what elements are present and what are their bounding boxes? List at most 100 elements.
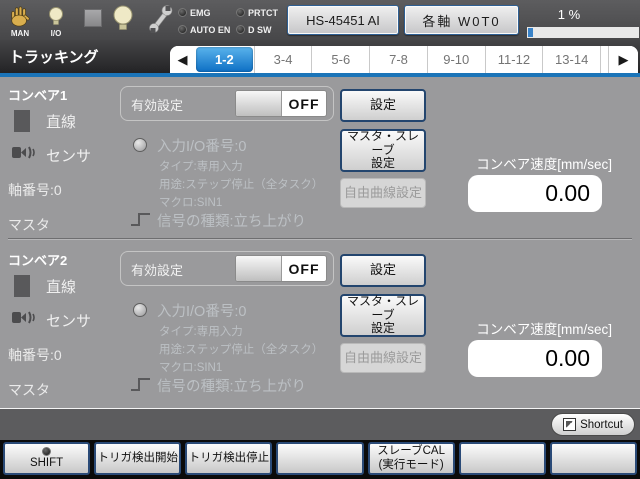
conveyor-speed-value: 0.00 [468, 340, 602, 377]
sensor-icon [12, 311, 35, 324]
prtct-led-icon [236, 8, 245, 17]
rising-edge-icon [131, 378, 150, 391]
auto-en-led-icon [178, 25, 187, 34]
tab-label: 13-14 [555, 52, 589, 67]
indicator-auto-en: AUTO EN [178, 22, 236, 37]
fkey-label: SHIFT [29, 456, 64, 469]
conveyor-speed-label: コンベア速度[mm/sec] [476, 322, 612, 337]
sensor-label: センサ [46, 148, 92, 165]
tab-11-12[interactable]: 11-12 [484, 46, 543, 73]
tab-5-6[interactable]: 5-6 [311, 46, 370, 73]
tab-prev-arrow[interactable]: ◀ [170, 46, 195, 73]
input-io-label: 入力I/O番号:0 [157, 139, 247, 155]
input-usage-label: 用途:ステップ停止（全タスク） [159, 179, 324, 191]
conveyor-speed-value: 0.00 [468, 175, 602, 212]
conveyor-speed-label: コンベア速度[mm/sec] [476, 157, 612, 172]
toggle-state: OFF [288, 260, 320, 277]
emg-led-icon [178, 8, 187, 17]
io-label: I/O [50, 29, 62, 38]
tab-9-10[interactable]: 9-10 [426, 46, 485, 73]
input-macro-label: マクロ:SIN1 [159, 197, 223, 209]
tab-label: 7-8 [389, 52, 408, 67]
input-type-label: タイプ:専用入力 [159, 326, 243, 338]
fkey-empty-7[interactable] [549, 442, 637, 475]
enable-toggle[interactable]: OFF [235, 90, 327, 117]
fkey-label-line1: スレーブCAL [377, 445, 445, 458]
toggle-knob [236, 256, 282, 281]
page-title: トラッキング [9, 49, 99, 66]
input-io-radio[interactable] [133, 138, 147, 152]
master-label: マスタ [8, 217, 50, 233]
axis-mode-button[interactable]: 各軸 W0T0 [404, 5, 519, 35]
input-macro-label: マクロ:SIN1 [159, 362, 223, 374]
conveyor2-title: コンベア2 [8, 253, 68, 268]
master-label: マスタ [8, 382, 50, 398]
speed-progress-bar [527, 27, 639, 38]
function-key-row: SHIFT トリガ検出開始 トリガ検出停止 スレーブCAL (実行モード) [0, 440, 640, 479]
straight-line-icon [14, 110, 30, 132]
tab-1-2[interactable]: 1-2 [196, 47, 253, 72]
master-slave-settings-button[interactable]: マスタ・スレーブ 設定 [340, 294, 426, 337]
trigger-detect-stop-button[interactable]: トリガ検出停止 [185, 442, 273, 475]
enable-toggle[interactable]: OFF [235, 255, 327, 282]
conveyor2-section: コンベア2 直線 センサ 軸番号:0 マスタ 有効設定 OFF 入力I/O番号:… [0, 242, 640, 407]
fkey-label: トリガ検出停止 [188, 451, 270, 464]
sensor-label: センサ [46, 313, 92, 330]
shift-button[interactable]: SHIFT [3, 442, 91, 475]
tab-sliver [600, 46, 609, 73]
fkey-label: トリガ検出開始 [97, 451, 178, 464]
master-slave-line1: マスタ・スレーブ [346, 128, 419, 157]
shift-led-icon [42, 446, 52, 456]
section-divider [8, 238, 632, 240]
trigger-detect-start-button[interactable]: トリガ検出開始 [94, 442, 182, 475]
shortcut-button[interactable]: Shortcut [551, 413, 635, 436]
toggle-knob [236, 91, 282, 116]
input-io-radio[interactable] [133, 303, 147, 317]
conveyor1-title: コンベア1 [8, 88, 68, 103]
shortcut-label: Shortcut [580, 418, 623, 431]
sensor-icon [12, 146, 35, 159]
settings-button[interactable]: 設定 [340, 254, 426, 287]
wrench-icon [149, 5, 173, 33]
line-type-label: 直線 [46, 279, 77, 296]
master-slave-settings-button[interactable]: マスタ・スレーブ 設定 [340, 129, 426, 172]
conveyor1-section: コンベア1 直線 センサ 軸番号:0 マスタ 有効設定 OFF 入力I/O番号:… [0, 77, 640, 242]
auto-en-label: AUTO EN [190, 24, 231, 35]
indicator-prtct: PRTCT [236, 5, 290, 20]
enable-setting-label: 有効設定 [131, 263, 184, 278]
tab-3-4[interactable]: 3-4 [253, 46, 312, 73]
enable-setting-label: 有効設定 [131, 98, 184, 113]
tab-next-arrow[interactable]: ▶ [608, 46, 638, 73]
tab-bar: ◀ 1-2 3-4 5-6 7-8 9-10 11-12 13-14 ▶ [170, 46, 638, 73]
slave-cal-button[interactable]: スレーブCAL (実行モード) [367, 442, 455, 475]
speed-progress-fill [528, 28, 533, 37]
fkey-label-line2: (実行モード) [378, 458, 444, 471]
d-sw-led-icon [236, 25, 245, 34]
axis-number-label: 軸番号:0 [8, 347, 62, 363]
indicator-emg: EMG [178, 5, 236, 20]
tab-label: 11-12 [497, 52, 531, 67]
speed-percent-value: 1 % [557, 7, 581, 22]
settings-button[interactable]: 設定 [340, 89, 426, 122]
free-curve-settings-button[interactable]: 自由曲線設定 [340, 343, 426, 373]
manual-mode-label: MAN [10, 29, 30, 38]
signal-type-label: 信号の種類:立ち上がり [157, 379, 307, 395]
tab-label: 1-2 [214, 52, 234, 67]
tab-7-8[interactable]: 7-8 [369, 46, 427, 73]
lamp-icon [113, 5, 133, 30]
fkey-empty-4[interactable] [276, 442, 364, 475]
toggle-state: OFF [288, 95, 320, 112]
top-status-bar: MAN I/O EMG PRTCT AUTO EN D SW HS-45451 … [0, 0, 640, 40]
status-indicator-grid: EMG PRTCT AUTO EN D SW [178, 5, 290, 37]
emg-label: EMG [190, 7, 211, 18]
straight-line-icon [14, 275, 30, 297]
prtct-label: PRTCT [248, 7, 278, 18]
free-curve-settings-button[interactable]: 自由曲線設定 [340, 178, 426, 208]
tab-label: 9-10 [443, 52, 470, 67]
robot-select-button[interactable]: HS-45451 AI [287, 5, 399, 35]
tab-13-14[interactable]: 13-14 [542, 46, 601, 73]
io-bulb-icon [49, 7, 63, 25]
rising-edge-icon [131, 213, 150, 226]
enable-setting-box: 有効設定 OFF [120, 251, 334, 286]
fkey-empty-6[interactable] [458, 442, 546, 475]
